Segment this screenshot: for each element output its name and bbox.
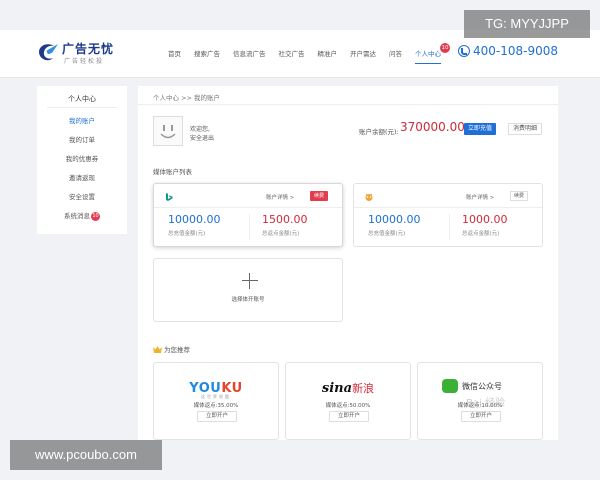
baidu-watermark: Bai 经验 [466, 398, 505, 409]
uc-squirrel-logo-icon [365, 193, 373, 201]
wechat-icon [442, 379, 458, 393]
plus-icon [242, 273, 258, 289]
wechat-logo: 微信公众号 [418, 377, 542, 395]
recommend-card-sina[interactable]: sina新浪 媒体返点:50.00% 立即开户 [285, 362, 411, 440]
sidebar-item-coupons[interactable]: 我的优惠券 [37, 150, 127, 169]
total-rebate-value: 1500.00 [262, 213, 308, 226]
total-rebate-label: 总返点金额(元) [262, 231, 300, 237]
breadcrumb: 个人中心 >> 我的账户 [153, 94, 221, 102]
sina-wordmark: sina [321, 381, 353, 396]
hotline-number: 400-108-9008 [473, 44, 559, 58]
total-recharge-value: 10000.00 [368, 213, 421, 226]
nav-message-badge: 10 [440, 43, 450, 53]
main-nav: 首页 搜索广告 信息流广告 社交广告 精准户 开户需达 问答 个人中心 10 [168, 30, 454, 78]
recommend-title: 为您推荐 [153, 344, 190, 354]
logo-subtitle: 广告轻松投 [64, 58, 105, 65]
total-recharge-label: 总充值金额(元) [368, 231, 406, 237]
nav-qa[interactable]: 问答 [389, 30, 402, 78]
welcome-text: 欢迎您, [190, 126, 210, 133]
sina-chinese-wordmark: 新浪 [352, 382, 375, 395]
nav-precise-account[interactable]: 精准户 [318, 30, 338, 78]
total-rebate-label: 总返点金额(元) [462, 231, 500, 237]
divider [138, 104, 558, 105]
smiley-avatar-icon [160, 125, 176, 139]
total-recharge-value: 10000.00 [168, 213, 221, 226]
open-account-button[interactable]: 立即开户 [461, 411, 501, 422]
main-panel: 个人中心 >> 我的账户 欢迎您, 安全退出 账户余额(元): 370000.0… [138, 86, 558, 440]
sidebar-item-my-account[interactable]: 我的账户 [37, 112, 127, 131]
nav-feed-ads[interactable]: 信息流广告 [233, 30, 266, 78]
youku-logo: YOUKU 这世界很酷 [154, 377, 278, 399]
nav-social-ads[interactable]: 社交广告 [279, 30, 305, 78]
bing-logo-icon [166, 193, 173, 201]
nav-open-account[interactable]: 开户需达 [350, 30, 376, 78]
sidebar-item-messages[interactable]: 系统消息 10 [37, 207, 127, 226]
balance-label: 账户余额(元): [359, 128, 399, 136]
media-account-card-bing[interactable]: 账户详情 > 续费 10000.00 总充值金额(元) 1500.00 总返点金… [153, 183, 343, 247]
site-logo[interactable]: 广告无忧 广告轻松投 [36, 38, 116, 70]
add-media-account-card[interactable]: 选择体开账号 [153, 258, 343, 322]
nav-user-center-label: 个人中心 [415, 50, 441, 58]
messages-badge: 10 [91, 212, 100, 221]
media-rebate: 媒体返点:35.00% [193, 403, 239, 409]
nav-user-center[interactable]: 个人中心 10 [415, 30, 450, 78]
recharge-button[interactable]: 立即充值 [464, 123, 496, 135]
open-account-button[interactable]: 立即开户 [197, 411, 237, 422]
card-divider [354, 207, 542, 208]
hotline: 400-108-9008 [458, 44, 558, 58]
logout-link[interactable]: 安全退出 [190, 133, 214, 142]
phone-icon [458, 45, 470, 57]
site-watermark: www.pcoubo.com [10, 440, 162, 470]
sidebar-item-my-orders[interactable]: 我的订单 [37, 131, 127, 150]
media-list-title: 媒体账户列表 [153, 168, 192, 176]
add-account-label: 选择体开账号 [231, 297, 265, 303]
nav-search-ads[interactable]: 搜索广告 [194, 30, 220, 78]
sidebar-item-invite-cashback[interactable]: 邀请返现 [37, 169, 127, 188]
sidebar-item-messages-label: 系统消息 [64, 212, 90, 220]
media-account-card-uc[interactable]: 账户详情 > 续费 10000.00 总充值金额(元) 1000.00 总返点金… [353, 183, 543, 247]
sidebar: 个人中心 我的账户 我的订单 我的优惠券 邀请返现 安全设置 系统消息 10 [37, 86, 127, 234]
youku-slogan: 这世界很酷 [201, 394, 231, 399]
open-account-button[interactable]: 立即开户 [329, 411, 369, 422]
card-vertical-divider [449, 214, 450, 240]
logo-title: 广告无忧 [62, 42, 115, 56]
tg-watermark: TG: MYYJJPP [464, 10, 590, 38]
consumption-detail-button[interactable]: 消费明细 [508, 123, 542, 135]
renew-button[interactable]: 续费 [310, 191, 328, 201]
card-vertical-divider [249, 214, 250, 240]
total-recharge-label: 总充值金额(元) [168, 231, 206, 237]
balance-value: 370000.00 [400, 120, 465, 134]
recommend-title-text: 为您推荐 [164, 346, 190, 354]
sidebar-title: 个人中心 [47, 86, 117, 108]
recommend-card-youku[interactable]: YOUKU 这世界很酷 媒体返点:35.00% 立即开户 [153, 362, 279, 440]
logo-swirl-icon [39, 44, 58, 61]
avatar [153, 116, 183, 146]
sina-logo: sina新浪 [286, 377, 410, 396]
card-divider [154, 207, 342, 208]
renew-button[interactable]: 续费 [510, 191, 528, 201]
nav-home[interactable]: 首页 [168, 30, 181, 78]
account-detail-link[interactable]: 账户详情 > [266, 193, 294, 201]
media-rebate: 媒体返点:50.00% [325, 403, 371, 409]
total-rebate-value: 1000.00 [462, 213, 508, 226]
sidebar-item-security[interactable]: 安全设置 [37, 188, 127, 207]
wechat-name: 微信公众号 [462, 381, 502, 391]
crown-icon [153, 345, 162, 353]
account-detail-link[interactable]: 账户详情 > [466, 193, 494, 201]
